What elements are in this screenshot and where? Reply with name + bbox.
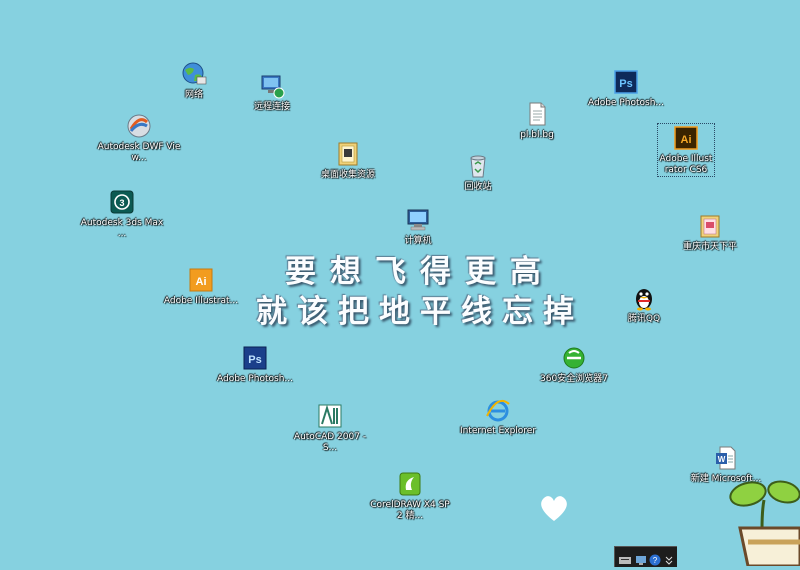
desktop-icon-label: CorelDRAW X4 SP2 精... [370,500,450,521]
desktop-icon-text-file[interactable]: pl.bl.bg [495,100,579,141]
desktop-icon-label: Adobe Photosh... [217,374,293,384]
svg-text:Ps: Ps [619,78,632,90]
desktop-icon-remote-desktop[interactable]: 远程连接 [230,72,314,113]
desktop: 网络 远程连接 Autodesk DWF View... 桌面收集资源 pl.b… [0,0,800,568]
desktop-icon-folder-right[interactable]: 重庆市天下平 [668,212,752,253]
desktop-icon-label: 计算机 [404,236,432,246]
remote-desktop-icon [258,72,286,100]
desktop-icon-folder-collection[interactable]: 桌面收集资源 [306,140,390,181]
svg-text:Ai: Ai [196,276,207,288]
tray-keyboard-icon[interactable] [619,551,631,564]
desktop-icon-coreldraw[interactable]: CorelDRAW X4 SP2 精... [368,470,452,522]
tray-chevron-icon[interactable] [663,551,675,565]
desktop-icon-illustrator-cs6[interactable]: Ai Adobe Illustrator CS6 [657,123,715,177]
desktop-icon-network[interactable]: 网络 [152,60,236,101]
desktop-icon-label: 360安全浏览器7 [540,374,608,384]
svg-text:?: ? [653,556,658,565]
wallpaper-slogan-line-2: 就该把地平线忘掉 [256,294,584,330]
desktop-icon-label: Internet Explorer [459,426,537,436]
desktop-icon-computer[interactable]: 计算机 [376,206,460,247]
svg-text:Ai: Ai [681,134,692,146]
desktop-icon-3dsmax[interactable]: 3 Autodesk 3ds Max ... [80,188,164,240]
wallpaper-slogan-line-1: 要想飞得更高 [285,254,555,290]
desktop-icon-360-browser[interactable]: 360安全浏览器7 [532,344,616,385]
autocad-icon [316,402,344,430]
recycle-bin-icon [464,152,492,180]
desktop-icon-autocad[interactable]: AutoCAD 2007 - S... [288,402,372,454]
desktop-icon-label: AutoCAD 2007 - S... [293,432,367,453]
plant-pot-icon [722,470,800,570]
svg-text:Ps: Ps [248,354,261,366]
word-document-icon: W [712,444,740,472]
svg-text:W: W [718,455,726,464]
desktop-icon-label: pl.bl.bg [520,130,554,140]
desktop-icon-photoshop-left[interactable]: Ps Adobe Photosh... [213,344,297,385]
qq-penguin-icon [630,284,658,312]
desktop-icon-internet-explorer[interactable]: Internet Explorer [456,396,540,437]
folder-icon [334,140,362,168]
text-file-icon [523,100,551,128]
desktop-icon-label: 回收站 [464,182,492,192]
system-tray-widget[interactable]: ? [614,546,677,567]
desktop-icon-photoshop-top[interactable]: Ps Adobe Photosh... [584,68,668,109]
browser-360-icon [560,344,588,372]
autodesk-dwf-icon [125,112,153,140]
3dsmax-icon: 3 [108,188,136,216]
tray-help-icon[interactable]: ? [649,551,661,566]
desktop-icon-label: 远程连接 [253,102,290,112]
heart-icon [537,492,571,528]
svg-text:3: 3 [119,198,124,208]
network-globe-icon [180,60,208,88]
photoshop-icon: Ps [241,344,269,372]
desktop-icon-label: Adobe Illustrator CS6 [659,154,713,175]
desktop-icon-label: Autodesk 3ds Max ... [80,218,164,239]
desktop-icon-recycle-bin[interactable]: 回收站 [436,152,520,193]
desktop-icon-label: Autodesk DWF View... [97,142,181,163]
computer-icon [404,206,432,234]
illustrator-icon: Ai [187,266,215,294]
folder-docs-icon [696,212,724,240]
coreldraw-icon [396,470,424,498]
desktop-icon-label: 重庆市天下平 [682,242,737,252]
wallpaper-slogan: 要想飞得更高 就该把地平线忘掉 [220,252,620,332]
photoshop-icon: Ps [612,68,640,96]
internet-explorer-icon [484,396,512,424]
desktop-icon-label: Adobe Photosh... [588,98,664,108]
tray-display-icon[interactable] [635,551,647,565]
desktop-icon-label: 桌面收集资源 [320,170,375,180]
desktop-icon-label: 网络 [184,90,203,100]
desktop-icon-autodesk-dwf[interactable]: Autodesk DWF View... [97,112,181,164]
illustrator-icon: Ai [672,124,700,152]
